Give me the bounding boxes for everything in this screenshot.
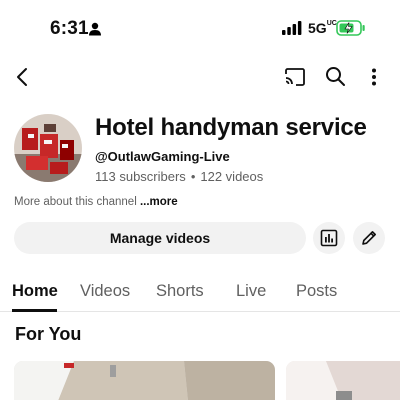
edit-channel-button[interactable] bbox=[353, 222, 385, 254]
about-more[interactable]: ...more bbox=[140, 196, 178, 208]
video-count: 122 videos bbox=[200, 169, 264, 184]
channel-about-link[interactable]: More about this channel ...more bbox=[14, 196, 178, 208]
about-label: More about this channel bbox=[14, 196, 137, 208]
search-icon[interactable] bbox=[324, 65, 346, 87]
status-time: 6:31 bbox=[50, 18, 89, 39]
tab-home[interactable]: Home bbox=[12, 282, 58, 301]
subscriber-count: 113 subscribers bbox=[95, 169, 186, 184]
status-bar: 6:31 5GUC bbox=[0, 0, 400, 58]
analytics-button[interactable] bbox=[313, 222, 345, 254]
back-icon[interactable] bbox=[12, 66, 34, 88]
channel-handle: @OutlawGaming-Live bbox=[95, 149, 230, 164]
tab-live[interactable]: Live bbox=[236, 282, 266, 301]
signal-icon bbox=[282, 21, 302, 35]
person-icon bbox=[89, 22, 101, 36]
stats-separator: • bbox=[190, 169, 196, 184]
channel-tabs: Home Videos Shorts Live Posts bbox=[0, 268, 400, 312]
analytics-icon bbox=[320, 229, 338, 247]
section-title: For You bbox=[15, 324, 82, 344]
network-label: 5GUC bbox=[308, 20, 337, 36]
more-vert-icon[interactable] bbox=[364, 66, 384, 88]
channel-name: Hotel handyman service bbox=[95, 114, 367, 141]
tab-videos[interactable]: Videos bbox=[80, 282, 130, 301]
manage-videos-button[interactable]: Manage videos bbox=[14, 222, 306, 254]
active-tab-indicator bbox=[12, 309, 57, 312]
edit-icon bbox=[362, 231, 376, 245]
tab-shorts[interactable]: Shorts bbox=[156, 282, 204, 301]
video-thumbnail[interactable] bbox=[14, 361, 275, 400]
channel-stats: 113 subscribers • 122 videos bbox=[95, 169, 263, 184]
video-thumbnail[interactable] bbox=[286, 361, 400, 400]
channel-avatar[interactable] bbox=[14, 114, 82, 182]
tab-posts[interactable]: Posts bbox=[296, 282, 337, 301]
battery-icon bbox=[336, 20, 365, 36]
cast-icon[interactable] bbox=[284, 66, 306, 88]
top-app-bar bbox=[0, 58, 400, 98]
